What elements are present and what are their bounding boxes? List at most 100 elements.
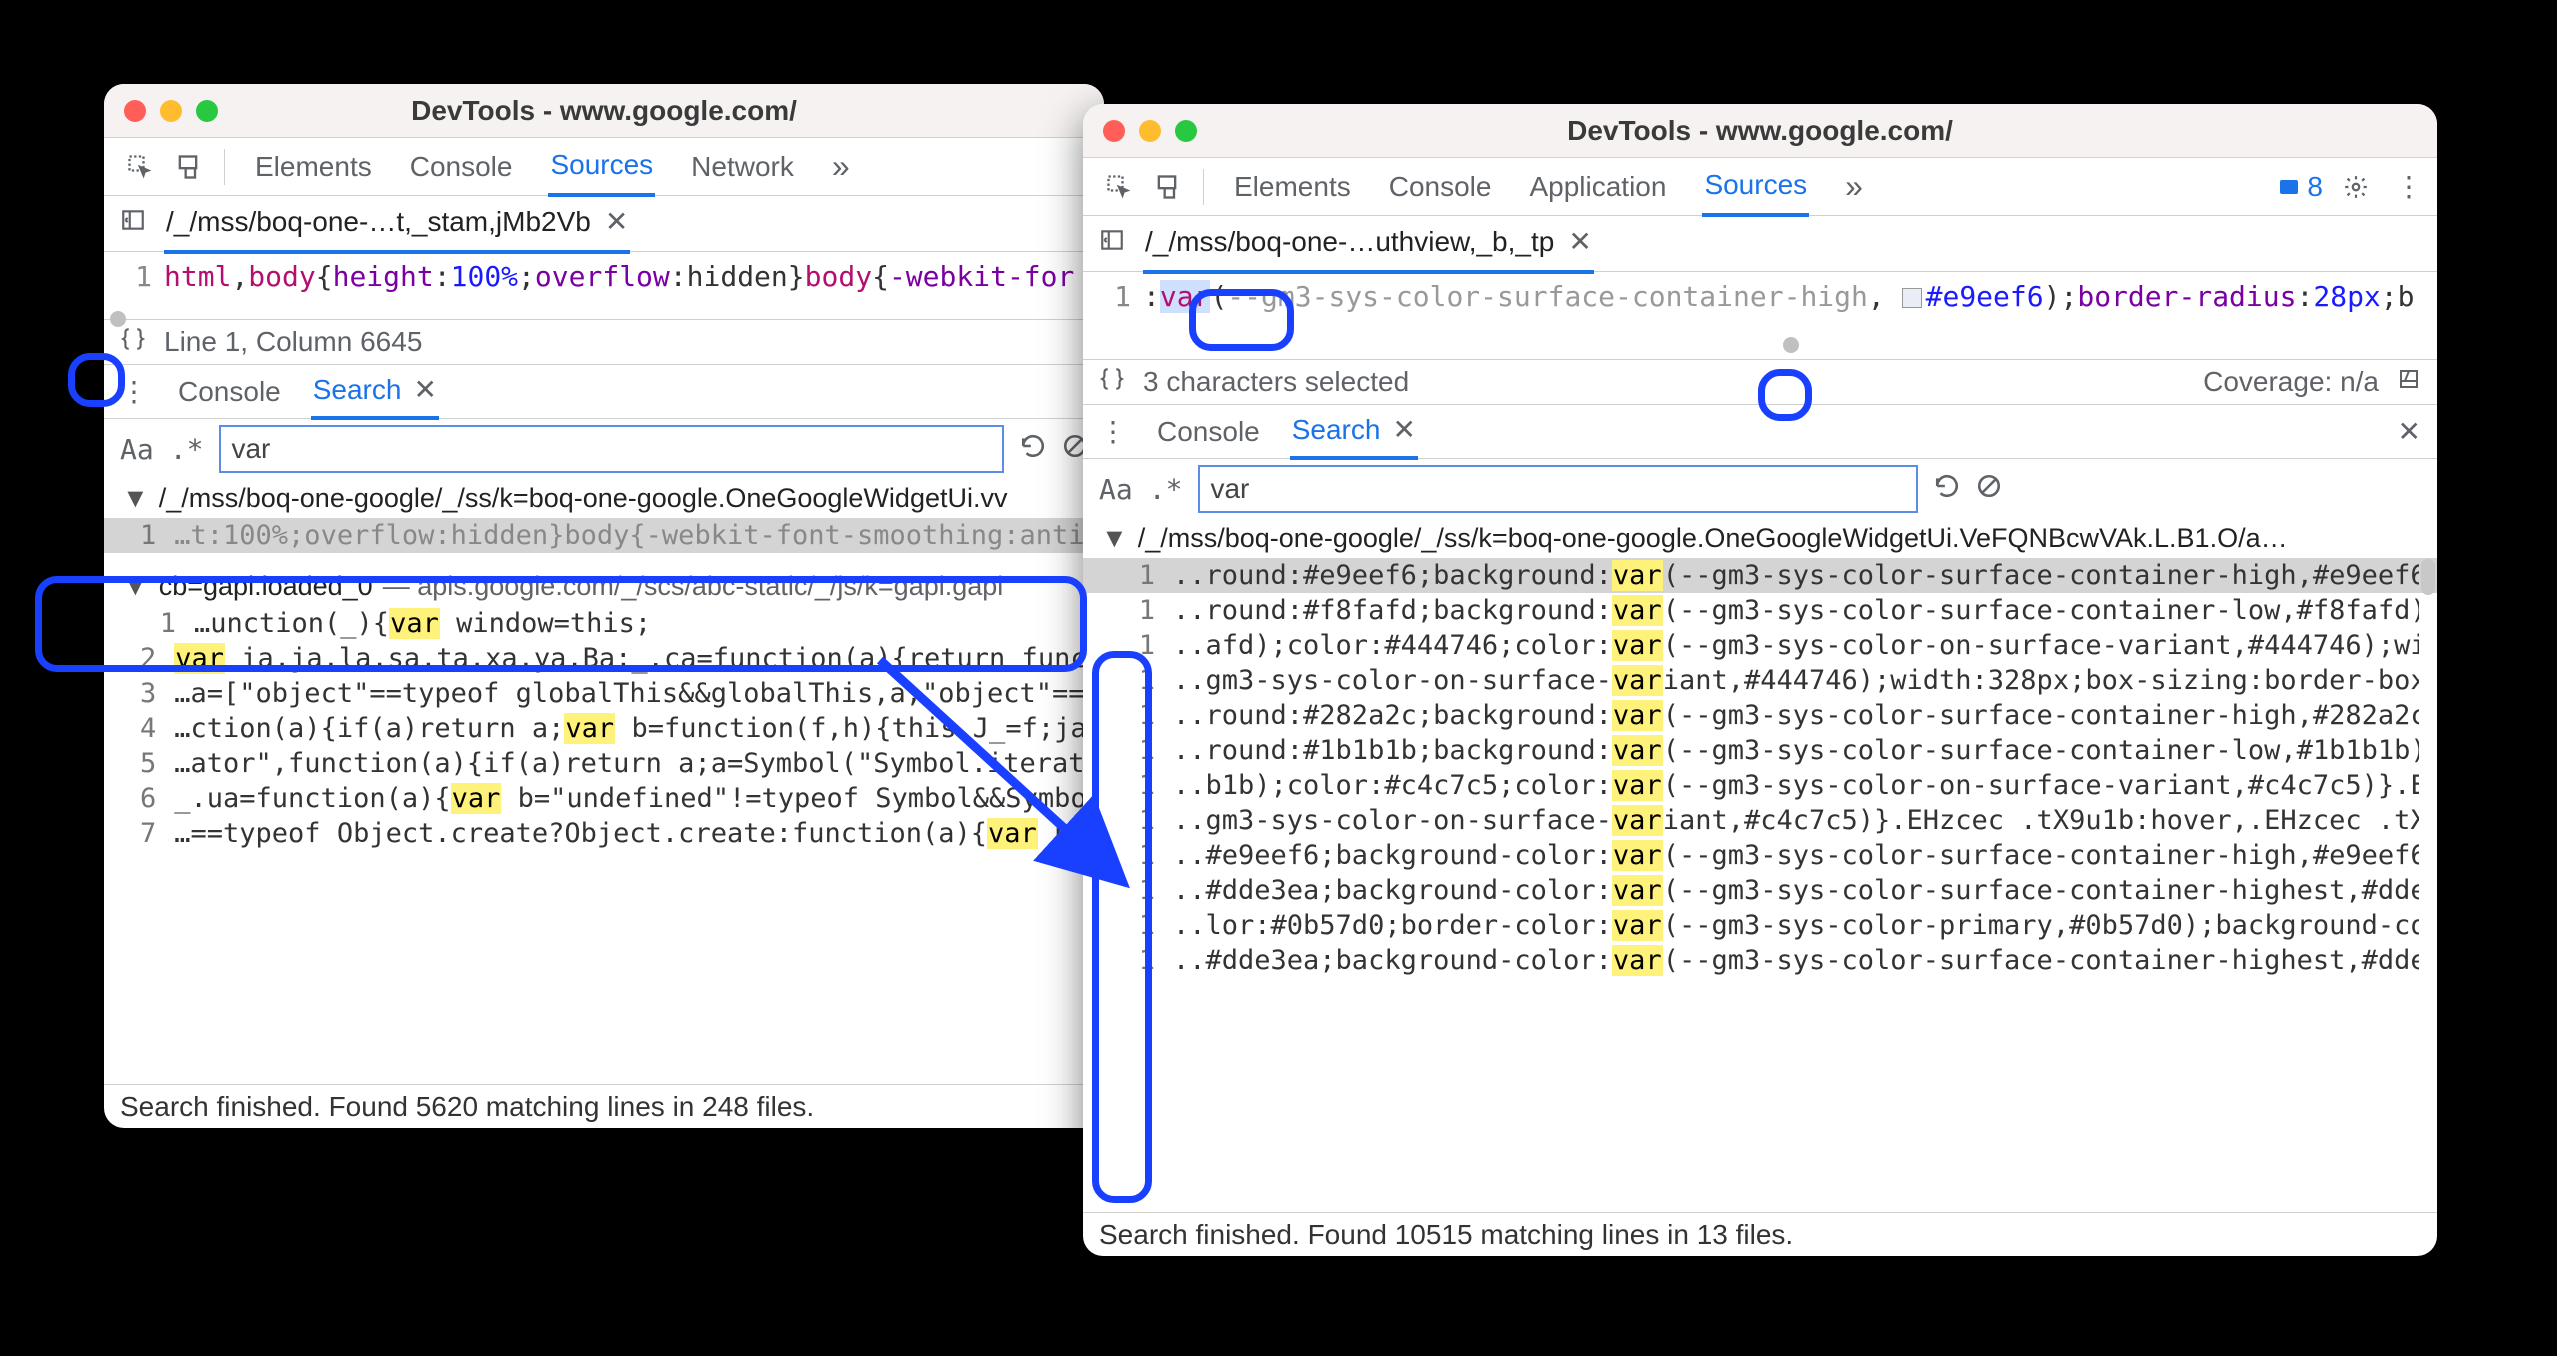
- pretty-print-icon[interactable]: [1099, 366, 1125, 399]
- tab-elements[interactable]: Elements: [1232, 159, 1353, 215]
- refresh-icon[interactable]: [1020, 433, 1046, 466]
- result-line[interactable]: 1..gm3-sys-color-on-surface-variant,#444…: [1083, 663, 2437, 698]
- tab-application[interactable]: Application: [1527, 159, 1668, 215]
- search-results-right[interactable]: ▼ /_/mss/boq-one-google/_/ss/k=boq-one-g…: [1083, 519, 2437, 1212]
- result-line[interactable]: 1…unction(_){var window=this;: [104, 606, 1104, 641]
- result-line[interactable]: 1..afd);color:#444746;color:var(--gm3-sy…: [1083, 628, 2437, 663]
- search-footer: Search finished. Found 5620 matching lin…: [104, 1084, 1104, 1128]
- titlebar[interactable]: DevTools - www.google.com/: [104, 84, 1104, 138]
- gear-icon[interactable]: [2337, 168, 2375, 206]
- regex-icon[interactable]: .*: [1149, 473, 1183, 506]
- match-case-icon[interactable]: Aa: [1099, 473, 1133, 506]
- close-drawer-icon[interactable]: ✕: [2398, 415, 2421, 448]
- disclosure-icon[interactable]: ▼: [122, 571, 149, 602]
- minimize-icon[interactable]: [160, 100, 182, 122]
- minimize-icon[interactable]: [1139, 120, 1161, 142]
- code-editor[interactable]: 1 html,body{height:100%;overflow:hidden}…: [104, 252, 1104, 319]
- more-tabs-icon[interactable]: »: [1843, 156, 1865, 217]
- titlebar[interactable]: DevTools - www.google.com/: [1083, 104, 2437, 158]
- close-icon[interactable]: ✕: [1568, 225, 1591, 258]
- close-icon[interactable]: ✕: [413, 373, 436, 406]
- result-file[interactable]: ▼ /_/mss/boq-one-google/_/ss/k=boq-one-g…: [104, 479, 1104, 518]
- tab-network[interactable]: Network: [689, 139, 796, 195]
- drawer-tab-search[interactable]: Search✕: [311, 363, 439, 420]
- devtools-window-right: DevTools - www.google.com/ Elements Cons…: [1083, 104, 2437, 1256]
- file-tab-label: /_/mss/boq-one-…t,_stam,jMb2Vb: [166, 206, 591, 238]
- refresh-icon[interactable]: [1934, 473, 1960, 506]
- source-map-icon[interactable]: [2397, 366, 2421, 398]
- zoom-icon[interactable]: [1175, 120, 1197, 142]
- kebab-icon[interactable]: ⋮: [1099, 415, 1127, 448]
- search-footer: Search finished. Found 10515 matching li…: [1083, 1212, 2437, 1256]
- pretty-print-icon[interactable]: [120, 326, 146, 359]
- close-icon[interactable]: [124, 100, 146, 122]
- clear-icon[interactable]: [1976, 473, 2002, 506]
- navigator-toggle-icon[interactable]: [1099, 227, 1125, 260]
- navigator-toggle-icon[interactable]: [120, 207, 146, 240]
- search-summary: Search finished. Found 5620 matching lin…: [120, 1091, 814, 1123]
- drawer-tab-search[interactable]: Search✕: [1290, 403, 1418, 460]
- tab-sources[interactable]: Sources: [548, 137, 655, 197]
- result-line[interactable]: 1..gm3-sys-color-on-surface-variant,#c4c…: [1083, 803, 2437, 838]
- regex-icon[interactable]: .*: [170, 433, 204, 466]
- tab-sources[interactable]: Sources: [1702, 157, 1809, 217]
- result-line[interactable]: 6_.ua=function(a){var b="undefined"!=typ…: [104, 781, 1104, 816]
- kebab-icon[interactable]: ⋮: [2389, 164, 2429, 209]
- search-summary: Search finished. Found 10515 matching li…: [1099, 1219, 1793, 1251]
- selection-status: 3 characters selected: [1143, 366, 1409, 398]
- drawer-tab-console[interactable]: Console: [1157, 416, 1260, 448]
- scroll-thumb-icon[interactable]: [110, 311, 126, 327]
- result-line[interactable]: 1..round:#e9eef6;background:var(--gm3-sy…: [1083, 558, 2437, 593]
- result-file[interactable]: ▼ /_/mss/boq-one-google/_/ss/k=boq-one-g…: [1083, 519, 2437, 558]
- code-editor[interactable]: 1 :var(--gm3-sys-color-surface-container…: [1083, 272, 2437, 359]
- close-icon[interactable]: [1103, 120, 1125, 142]
- more-tabs-icon[interactable]: »: [830, 136, 852, 197]
- result-line[interactable]: 1..round:#282a2c;background:var(--gm3-sy…: [1083, 698, 2437, 733]
- scroll-thumb-icon[interactable]: [1783, 337, 1799, 353]
- inspect-icon[interactable]: [1099, 167, 1139, 207]
- devtools-window-left: DevTools - www.google.com/ Elements Cons…: [104, 84, 1104, 1128]
- result-line[interactable]: 5…ator",function(a){if(a)return a;a=Symb…: [104, 746, 1104, 781]
- scrollbar-thumb[interactable]: [2421, 559, 2435, 595]
- match-case-icon[interactable]: Aa: [120, 433, 154, 466]
- panel-tabs: Elements Console Sources Network »: [241, 136, 1096, 197]
- result-line[interactable]: 4…ction(a){if(a)return a;var b=function(…: [104, 711, 1104, 746]
- result-line[interactable]: 2var ia,ja,la,sa,ta,xa,ya,Ba;_.ca=functi…: [104, 641, 1104, 676]
- result-line[interactable]: 1..#e9eef6;background-color:var(--gm3-sy…: [1083, 838, 2437, 873]
- device-toggle-icon[interactable]: [1147, 167, 1187, 207]
- disclosure-icon[interactable]: ▼: [1101, 523, 1128, 554]
- result-file[interactable]: ▼ cb=gapi.loaded_0 — apis.google.com/_/s…: [104, 567, 1104, 606]
- file-tab[interactable]: /_/mss/boq-one-…t,_stam,jMb2Vb ✕: [164, 193, 630, 254]
- kebab-icon[interactable]: ⋮: [120, 375, 148, 408]
- disclosure-icon[interactable]: ▼: [122, 483, 149, 514]
- inspect-icon[interactable]: [120, 147, 160, 187]
- search-input[interactable]: [1198, 465, 1918, 513]
- file-tab[interactable]: /_/mss/boq-one-…uthview,_b,_tp ✕: [1143, 213, 1594, 274]
- result-line[interactable]: 7…==typeof Object.create?Object.create:f…: [104, 816, 1104, 851]
- tab-console[interactable]: Console: [1387, 159, 1494, 215]
- result-line[interactable]: 3…a=["object"==typeof globalThis&&global…: [104, 676, 1104, 711]
- search-results-left[interactable]: ▼ /_/mss/boq-one-google/_/ss/k=boq-one-g…: [104, 479, 1104, 1084]
- result-line[interactable]: 1..#dde3ea;background-color:var(--gm3-sy…: [1083, 943, 2437, 978]
- tab-elements[interactable]: Elements: [253, 139, 374, 195]
- close-icon[interactable]: ✕: [1392, 413, 1415, 446]
- result-line[interactable]: 1..round:#f8fafd;background:var(--gm3-sy…: [1083, 593, 2437, 628]
- panel-tabs: Elements Console Application Sources »: [1220, 156, 2269, 217]
- result-line[interactable]: 1 …t:100%;overflow:hidden}body{-webkit-f…: [104, 518, 1104, 553]
- result-line[interactable]: 1..round:#1b1b1b;background:var(--gm3-sy…: [1083, 733, 2437, 768]
- result-line[interactable]: 1..#dde3ea;background-color:var(--gm3-sy…: [1083, 873, 2437, 908]
- result-file-path: /_/mss/boq-one-google/_/ss/k=boq-one-goo…: [159, 483, 1008, 514]
- file-tab-label: /_/mss/boq-one-…uthview,_b,_tp: [1145, 226, 1554, 258]
- tab-console[interactable]: Console: [408, 139, 515, 195]
- file-tabs-row: /_/mss/boq-one-…uthview,_b,_tp ✕: [1083, 216, 2437, 272]
- issues-badge[interactable]: 8: [2277, 171, 2323, 203]
- drawer-tab-console[interactable]: Console: [178, 376, 281, 408]
- device-toggle-icon[interactable]: [168, 147, 208, 187]
- zoom-icon[interactable]: [196, 100, 218, 122]
- search-input[interactable]: [219, 425, 1004, 473]
- coverage-status: Coverage: n/a: [2203, 366, 2379, 398]
- file-tabs-row: /_/mss/boq-one-…t,_stam,jMb2Vb ✕: [104, 196, 1104, 252]
- result-line[interactable]: 1..b1b);color:#c4c7c5;color:var(--gm3-sy…: [1083, 768, 2437, 803]
- result-line[interactable]: 1..lor:#0b57d0;border-color:var(--gm3-sy…: [1083, 908, 2437, 943]
- close-icon[interactable]: ✕: [605, 205, 628, 238]
